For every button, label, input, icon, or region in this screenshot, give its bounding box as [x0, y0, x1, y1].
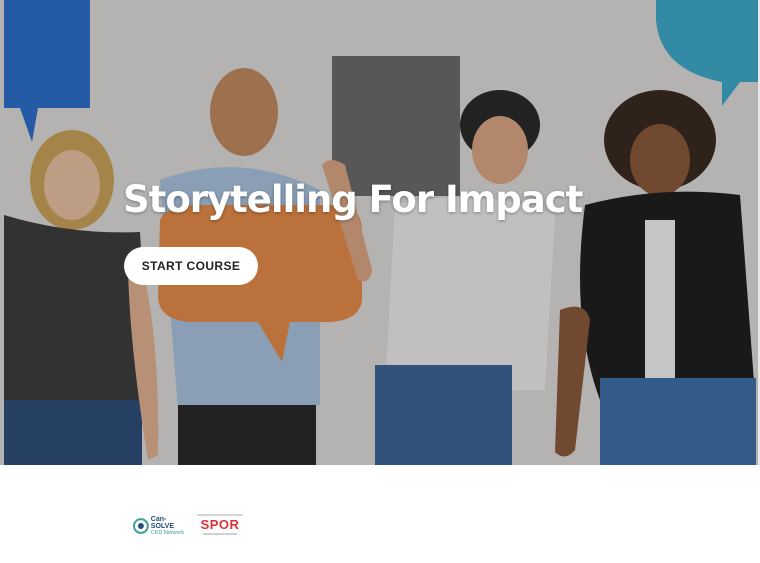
cansolve-logo-subtitle: CKD Network	[150, 529, 185, 536]
spor-logo-topline	[197, 514, 243, 516]
hero-banner: Storytelling For Impact START COURSE	[0, 0, 758, 465]
start-course-button[interactable]: START COURSE	[124, 247, 258, 285]
page-title: Storytelling For Impact	[123, 178, 583, 221]
hero-dim-overlay	[0, 0, 758, 465]
cansolve-logo-name: Can-SOLVE	[150, 515, 174, 530]
cansolve-logo-mark-icon	[133, 518, 149, 534]
footer	[0, 465, 760, 563]
spor-logo-mark: SPOR	[200, 517, 240, 532]
spor-logo: SPOR	[197, 514, 243, 538]
spor-logo-subline	[203, 533, 237, 535]
cansolve-logo: Can-SOLVE CKD Network	[133, 514, 189, 538]
